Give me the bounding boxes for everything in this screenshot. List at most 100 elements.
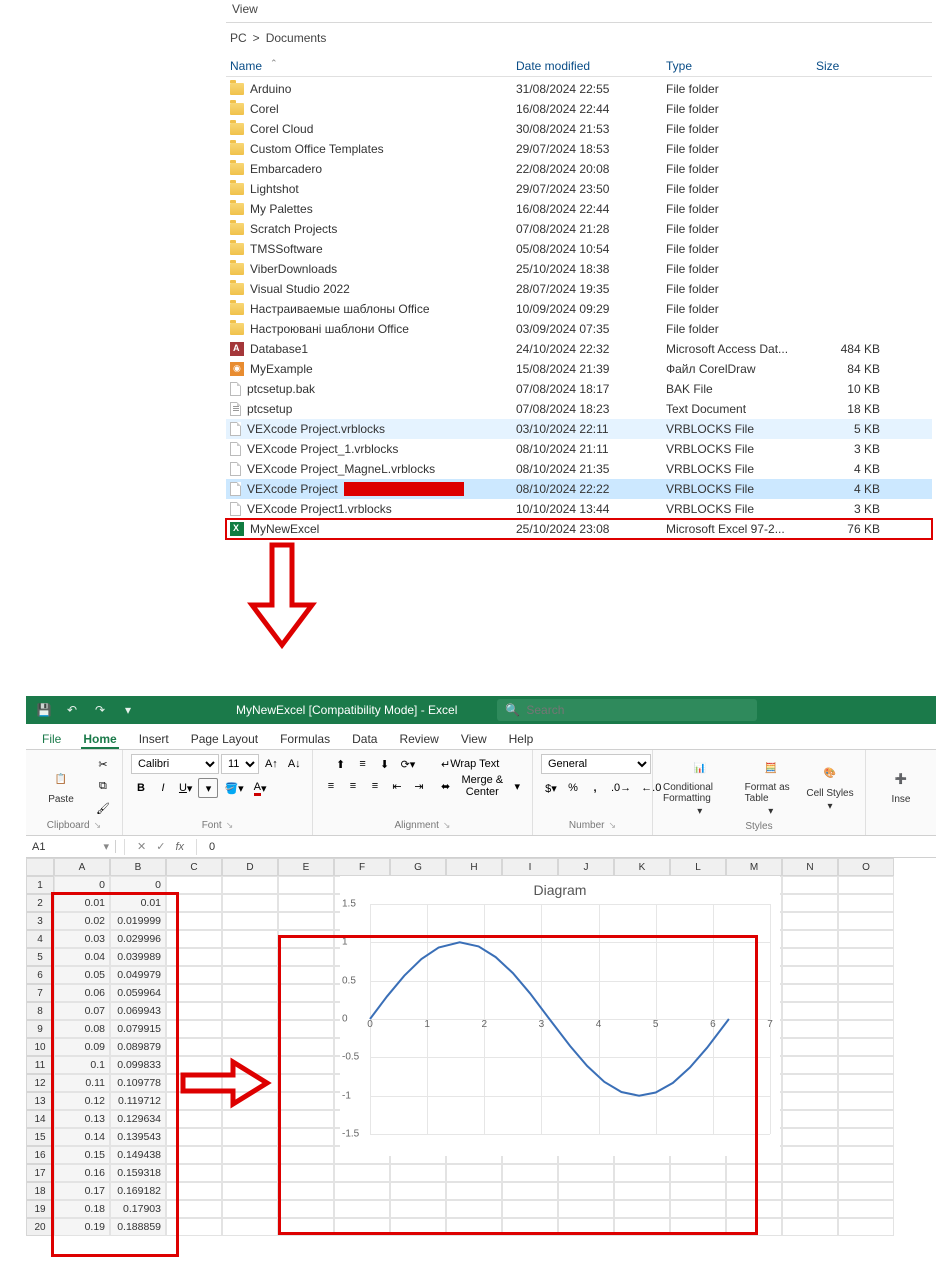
font-size-select[interactable]: 11 [221, 754, 259, 774]
col-header-C[interactable]: C [166, 858, 222, 876]
cell-D6[interactable] [222, 966, 278, 984]
col-header-size[interactable]: Size [816, 59, 896, 73]
table-row[interactable]: Corel16/08/2024 22:44File folder [226, 99, 932, 119]
cell-N3[interactable] [782, 912, 838, 930]
table-row[interactable]: TMSSoftware05/08/2024 10:54File folder [226, 239, 932, 259]
breadcrumb-pc[interactable]: PC [230, 31, 247, 45]
cell-O1[interactable] [838, 876, 894, 894]
cell-D19[interactable] [222, 1200, 278, 1218]
table-row[interactable]: VEXcode Project08/10/2024 22:22VRBLOCKS … [226, 479, 932, 499]
cell-D17[interactable] [222, 1164, 278, 1182]
cell-N13[interactable] [782, 1092, 838, 1110]
align-bottom-button[interactable]: ⬇ [375, 754, 395, 774]
cell-O8[interactable] [838, 1002, 894, 1020]
cell-N11[interactable] [782, 1056, 838, 1074]
cell-O10[interactable] [838, 1038, 894, 1056]
cell-D8[interactable] [222, 1002, 278, 1020]
cell-O4[interactable] [838, 930, 894, 948]
row-header-18[interactable]: 18 [26, 1182, 54, 1200]
col-header-B[interactable]: B [110, 858, 166, 876]
cell-D1[interactable] [222, 876, 278, 894]
increase-decimal-button[interactable]: .0→ [607, 778, 635, 798]
row-header-3[interactable]: 3 [26, 912, 54, 930]
comma-format-button[interactable]: , [585, 778, 605, 798]
table-row[interactable]: VEXcode Project.vrblocks03/10/2024 22:11… [226, 419, 932, 439]
row-header-5[interactable]: 5 [26, 948, 54, 966]
col-header-O[interactable]: O [838, 858, 894, 876]
redo-button[interactable]: ↷ [90, 700, 110, 720]
col-header-date[interactable]: Date modified [516, 59, 666, 73]
col-header-name[interactable]: Name⌃ [226, 59, 516, 73]
cell-E2[interactable] [278, 894, 334, 912]
row-header-20[interactable]: 20 [26, 1218, 54, 1236]
number-dialog-launcher[interactable]: ↘ [608, 820, 616, 831]
cell-N16[interactable] [782, 1146, 838, 1164]
cell-O12[interactable] [838, 1074, 894, 1092]
tab-file[interactable]: File [40, 730, 63, 749]
table-row[interactable]: VEXcode Project_1.vrblocks08/10/2024 21:… [226, 439, 932, 459]
cell-N1[interactable] [782, 876, 838, 894]
cell-O3[interactable] [838, 912, 894, 930]
col-header-I[interactable]: I [502, 858, 558, 876]
table-row[interactable]: Visual Studio 202228/07/2024 19:35File f… [226, 279, 932, 299]
table-row[interactable]: My Palettes16/08/2024 22:44File folder [226, 199, 932, 219]
align-top-button[interactable]: ⬆ [331, 754, 351, 774]
row-header-16[interactable]: 16 [26, 1146, 54, 1164]
row-header-19[interactable]: 19 [26, 1200, 54, 1218]
col-header-D[interactable]: D [222, 858, 278, 876]
tab-data[interactable]: Data [350, 730, 379, 749]
cell-O9[interactable] [838, 1020, 894, 1038]
cell-styles-button[interactable]: 🎨Cell Styles ▾ [803, 760, 857, 814]
table-row[interactable]: ptcsetup07/08/2024 18:23Text Document18 … [226, 399, 932, 419]
table-row[interactable]: MyExample15/08/2024 21:39Файл CorelDraw8… [226, 359, 932, 379]
cell-N7[interactable] [782, 984, 838, 1002]
cell-O6[interactable] [838, 966, 894, 984]
cell-D16[interactable] [222, 1146, 278, 1164]
breadcrumb[interactable]: PC > Documents [226, 29, 932, 47]
format-as-table-button[interactable]: 🧮Format as Table ▾ [743, 754, 799, 819]
table-row[interactable]: Настроювані шаблони Office03/09/2024 07:… [226, 319, 932, 339]
table-row[interactable]: Lightshot29/07/2024 23:50File folder [226, 179, 932, 199]
cell-O18[interactable] [838, 1182, 894, 1200]
cell-O16[interactable] [838, 1146, 894, 1164]
cell-D15[interactable] [222, 1128, 278, 1146]
decrease-font-button[interactable]: A↓ [284, 754, 305, 774]
fill-color-button[interactable]: 🪣▾ [220, 778, 247, 798]
cell-N14[interactable] [782, 1110, 838, 1128]
cell-D2[interactable] [222, 894, 278, 912]
orientation-button[interactable]: ⟳▾ [397, 754, 420, 774]
col-header-M[interactable]: M [726, 858, 782, 876]
breadcrumb-documents[interactable]: Documents [266, 31, 327, 45]
border-button[interactable]: ▾ [198, 778, 218, 798]
cell-N19[interactable] [782, 1200, 838, 1218]
name-box[interactable]: A1▾ [26, 840, 116, 853]
col-header-K[interactable]: K [614, 858, 670, 876]
clipboard-dialog-launcher[interactable]: ↘ [94, 820, 102, 831]
row-header-6[interactable]: 6 [26, 966, 54, 984]
wrap-text-button[interactable]: ↵ Wrap Text [437, 754, 503, 774]
table-row[interactable]: Database124/10/2024 22:32Microsoft Acces… [226, 339, 932, 359]
col-header-G[interactable]: G [390, 858, 446, 876]
cell-N12[interactable] [782, 1074, 838, 1092]
italic-button[interactable]: I [153, 778, 173, 798]
row-header-17[interactable]: 17 [26, 1164, 54, 1182]
tab-review[interactable]: Review [397, 730, 440, 749]
cell-N20[interactable] [782, 1218, 838, 1236]
cell-D7[interactable] [222, 984, 278, 1002]
cell-D20[interactable] [222, 1218, 278, 1236]
row-header-12[interactable]: 12 [26, 1074, 54, 1092]
table-row[interactable]: Настраиваемые шаблоны Office10/09/2024 0… [226, 299, 932, 319]
cell-N9[interactable] [782, 1020, 838, 1038]
cell-N15[interactable] [782, 1128, 838, 1146]
cancel-formula-button[interactable]: ✕ [137, 840, 146, 853]
conditional-formatting-button[interactable]: 📊Conditional Formatting ▾ [661, 754, 739, 819]
save-button[interactable]: 💾 [34, 700, 54, 720]
select-all-corner[interactable] [26, 858, 54, 876]
cell-E3[interactable] [278, 912, 334, 930]
accounting-format-button[interactable]: $▾ [541, 778, 561, 798]
col-header-A[interactable]: A [54, 858, 110, 876]
row-header-10[interactable]: 10 [26, 1038, 54, 1056]
row-header-15[interactable]: 15 [26, 1128, 54, 1146]
align-right-button[interactable]: ≡ [365, 776, 385, 796]
cell-O13[interactable] [838, 1092, 894, 1110]
